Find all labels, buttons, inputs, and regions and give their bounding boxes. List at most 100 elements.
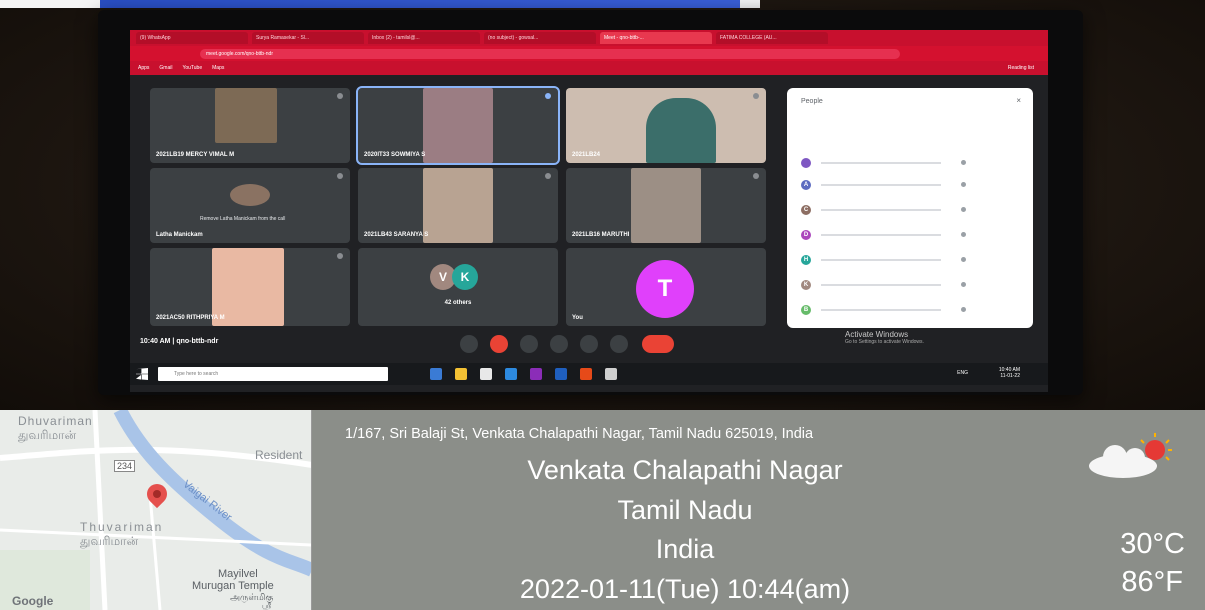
taskbar-search[interactable]: Type here to search bbox=[158, 367, 388, 381]
participant-name: 2021LB16 MARUTHI bbox=[572, 232, 630, 238]
end-call-button[interactable] bbox=[642, 335, 674, 353]
meet-control-bar: 10:40 AM | qno-bttb-ndr Activate Windows… bbox=[130, 330, 1048, 360]
location-info-panel: Dhuvariman துவரிமான் Resident 234 Vaigai… bbox=[0, 410, 1205, 610]
participant-video bbox=[423, 168, 493, 243]
monitor-screen: (9) WhatsApp Surya Ramasekar - Sl... Inb… bbox=[130, 30, 1048, 392]
close-icon[interactable]: × bbox=[1016, 96, 1021, 105]
participant-video bbox=[631, 168, 701, 243]
map-label: Mayilvel bbox=[218, 568, 258, 580]
remove-participant-tooltip: Remove Latha Manickam from the call bbox=[200, 216, 286, 222]
windows-start-icon[interactable] bbox=[136, 368, 148, 380]
temperature-fahrenheit: 86°F bbox=[1121, 566, 1183, 598]
mic-off-icon bbox=[753, 93, 759, 99]
map-thumbnail[interactable]: Dhuvariman துவரிமான் Resident 234 Vaigai… bbox=[0, 410, 312, 610]
map-label: ஸ்ரீ bbox=[262, 603, 272, 610]
bookmark-apps[interactable]: Apps bbox=[138, 65, 149, 71]
raise-hand-button[interactable] bbox=[550, 335, 568, 353]
mic-off-icon bbox=[337, 253, 343, 259]
map-label: துவரிமான் bbox=[18, 428, 77, 442]
participant-tile-speaking: 2020IT33 SOWMIYA S bbox=[356, 86, 560, 165]
capture-datetime: 2022-01-11(Tue) 10:44(am) bbox=[519, 574, 851, 604]
participant-row-avatar bbox=[801, 158, 811, 168]
people-panel: People × A C D H K B bbox=[787, 88, 1033, 328]
address-bar: meet.google.com/qno-bttb-ndr bbox=[130, 46, 1048, 61]
mail-icon[interactable] bbox=[505, 368, 517, 380]
full-address: 1/167, Sri Balaji St, Venkata Chalapathi… bbox=[345, 426, 814, 442]
camera-off-button[interactable] bbox=[490, 335, 508, 353]
participant-row-avatar: A bbox=[801, 180, 811, 190]
browser-tab[interactable]: (9) WhatsApp bbox=[136, 32, 248, 44]
self-avatar: T bbox=[636, 260, 694, 318]
browser-tab[interactable]: (no subject) - gowsal... bbox=[484, 32, 596, 44]
mic-off-icon bbox=[337, 93, 343, 99]
app-icon[interactable] bbox=[605, 368, 617, 380]
browser-tab[interactable]: Surya Ramasekar - Sl... bbox=[252, 32, 364, 44]
reading-list[interactable]: Reading list bbox=[1008, 65, 1034, 71]
map-label: துவரிமான் bbox=[80, 534, 139, 548]
participant-tile: Remove Latha Manickam from the call Lath… bbox=[150, 168, 350, 243]
mic-button[interactable] bbox=[460, 335, 478, 353]
tray-clock[interactable]: 10:40 AM 11-01-22 bbox=[999, 367, 1020, 379]
location-city: Venkata Chalapathi Nagar bbox=[527, 455, 843, 485]
road-number: 234 bbox=[114, 460, 136, 472]
participant-tile: 2021AC50 RITHPRIYA M bbox=[150, 248, 350, 326]
browser-tab[interactable]: FATIMA COLLEGE (AU... bbox=[716, 32, 828, 44]
people-panel-title: People bbox=[801, 98, 823, 105]
captions-button[interactable] bbox=[520, 335, 538, 353]
participant-name: 2021LB19 MERCY VIMAL M bbox=[156, 152, 235, 158]
map-label: Resident bbox=[255, 448, 303, 462]
location-country: India bbox=[655, 534, 715, 564]
self-tile: T You bbox=[566, 248, 766, 326]
browser-tab-bar: (9) WhatsApp Surya Ramasekar - Sl... Inb… bbox=[130, 30, 1048, 46]
participant-row-avatar: C bbox=[801, 205, 811, 215]
app-icon[interactable] bbox=[555, 368, 567, 380]
participant-row-avatar: K bbox=[801, 280, 811, 290]
participant-tile: 2021LB16 MARUTHI bbox=[566, 168, 766, 243]
participant-row-avatar: D bbox=[801, 230, 811, 240]
url-field[interactable]: meet.google.com/qno-bttb-ndr bbox=[200, 48, 900, 59]
participant-video bbox=[646, 98, 716, 163]
bookmarks-bar: Apps Gmail YouTube Maps Reading list bbox=[130, 61, 1048, 75]
participant-name: 2021LB43 SARANYA S bbox=[364, 232, 429, 238]
activate-title: Activate Windows bbox=[845, 330, 909, 339]
participant-name: 2021AC50 RITHPRIYA M bbox=[156, 315, 225, 321]
app-icon[interactable] bbox=[530, 368, 542, 380]
bookmark-gmail[interactable]: Gmail bbox=[159, 65, 172, 71]
participant-tile: 2021LB43 SARANYA S bbox=[358, 168, 558, 243]
store-icon[interactable] bbox=[480, 368, 492, 380]
activate-windows-watermark: Activate Windows Go to Settings to activ… bbox=[845, 330, 924, 345]
participant-row-avatar: B bbox=[801, 305, 811, 315]
partly-cloudy-icon bbox=[1089, 433, 1172, 478]
participant-name: Latha Manickam bbox=[156, 232, 203, 238]
participant-name: 2020IT33 SOWMIYA S bbox=[364, 152, 426, 158]
participant-name: 2021LB24 bbox=[572, 152, 601, 158]
participant-video bbox=[423, 88, 493, 163]
temperature-celsius: 30°C bbox=[1120, 528, 1185, 560]
participant-row-avatar: H bbox=[801, 255, 811, 265]
top-strip bbox=[0, 0, 760, 8]
participant-video bbox=[215, 88, 277, 143]
mic-off-icon bbox=[545, 173, 551, 179]
others-count: 42 others bbox=[444, 300, 472, 306]
participant-tile: 2021LB19 MERCY VIMAL M bbox=[150, 88, 350, 163]
map-label: Murugan Temple bbox=[192, 580, 274, 592]
participant-avatar bbox=[230, 184, 270, 206]
folder-icon[interactable] bbox=[455, 368, 467, 380]
monitor-photo: (9) WhatsApp Surya Ramasekar - Sl... Inb… bbox=[0, 0, 1205, 410]
bookmark-maps[interactable]: Maps bbox=[212, 65, 224, 71]
mic-off-icon bbox=[337, 173, 343, 179]
location-state: Tamil Nadu bbox=[617, 495, 753, 525]
activate-sub: Go to Settings to activate Windows. bbox=[845, 339, 924, 345]
map-label: Dhuvariman bbox=[18, 414, 93, 428]
firefox-icon[interactable] bbox=[580, 368, 592, 380]
browser-tab[interactable]: Inbox (2) - tamilsl@... bbox=[368, 32, 480, 44]
edge-icon[interactable] bbox=[430, 368, 442, 380]
speaking-icon bbox=[545, 93, 551, 99]
others-tile[interactable]: V K 42 others bbox=[358, 248, 558, 326]
more-options-button[interactable] bbox=[610, 335, 628, 353]
map-attribution: Google bbox=[12, 594, 54, 608]
bookmark-youtube[interactable]: YouTube bbox=[182, 65, 202, 71]
others-avatar: K bbox=[452, 264, 478, 290]
present-button[interactable] bbox=[580, 335, 598, 353]
browser-tab-active[interactable]: Meet - qno-bttb-... bbox=[600, 32, 712, 44]
